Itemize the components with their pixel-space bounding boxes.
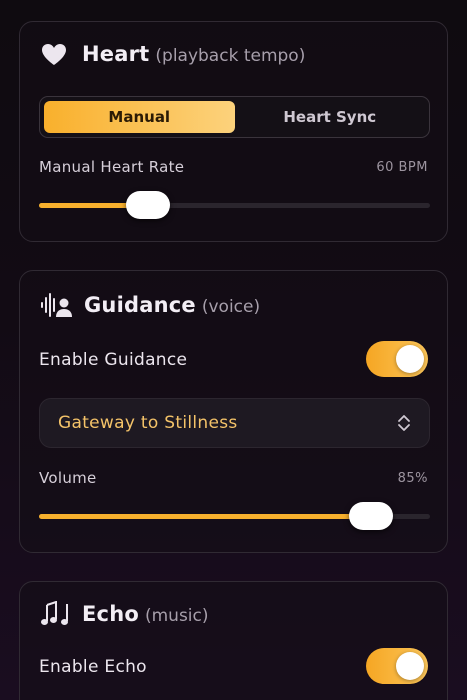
- chevron-up-down-icon: [397, 413, 411, 433]
- heart-rate-slider-thumb[interactable]: [126, 191, 171, 219]
- heart-rate-slider[interactable]: [39, 191, 430, 219]
- echo-title: Echo: [82, 602, 139, 626]
- heart-card: Heart (playback tempo) Manual Heart Sync…: [19, 21, 448, 242]
- manual-heart-rate-label: Manual Heart Rate: [39, 158, 185, 176]
- music-notes-icon: [40, 601, 72, 627]
- heart-subtitle: (playback tempo): [155, 46, 306, 66]
- guidance-title: Guidance: [84, 293, 196, 317]
- heart-title: Heart: [82, 42, 150, 66]
- enable-guidance-toggle[interactable]: [366, 341, 428, 377]
- heart-icon: [40, 42, 68, 68]
- volume-slider-thumb[interactable]: [349, 502, 394, 530]
- enable-guidance-toggle-knob: [396, 345, 424, 373]
- heart-rate-value: 60 BPM: [376, 160, 428, 175]
- volume-slider-fill: [39, 514, 372, 519]
- enable-guidance-label: Enable Guidance: [39, 350, 188, 370]
- guidance-track-value: Gateway to Stillness: [58, 413, 238, 433]
- echo-card: Echo (music) Enable Echo: [19, 581, 448, 700]
- echo-header: Echo (music): [82, 602, 209, 626]
- volume-slider[interactable]: [39, 502, 430, 530]
- heart-header: Heart (playback tempo): [82, 42, 305, 66]
- volume-value: 85%: [397, 471, 428, 486]
- heart-mode-segmented-control: Manual Heart Sync: [39, 96, 430, 138]
- enable-echo-toggle-knob: [396, 652, 424, 680]
- enable-echo-toggle[interactable]: [366, 648, 428, 684]
- guidance-card: Guidance (voice) Enable Guidance Gateway…: [19, 270, 448, 553]
- voice-guide-icon: [40, 292, 74, 318]
- mode-manual-button[interactable]: Manual: [44, 101, 235, 133]
- guidance-track-select[interactable]: Gateway to Stillness: [39, 398, 430, 448]
- mode-heart-sync-button[interactable]: Heart Sync: [235, 101, 426, 133]
- guidance-header: Guidance (voice): [84, 293, 260, 317]
- enable-echo-label: Enable Echo: [39, 657, 147, 677]
- echo-subtitle: (music): [144, 606, 209, 626]
- volume-label: Volume: [39, 469, 97, 487]
- guidance-subtitle: (voice): [201, 297, 261, 317]
